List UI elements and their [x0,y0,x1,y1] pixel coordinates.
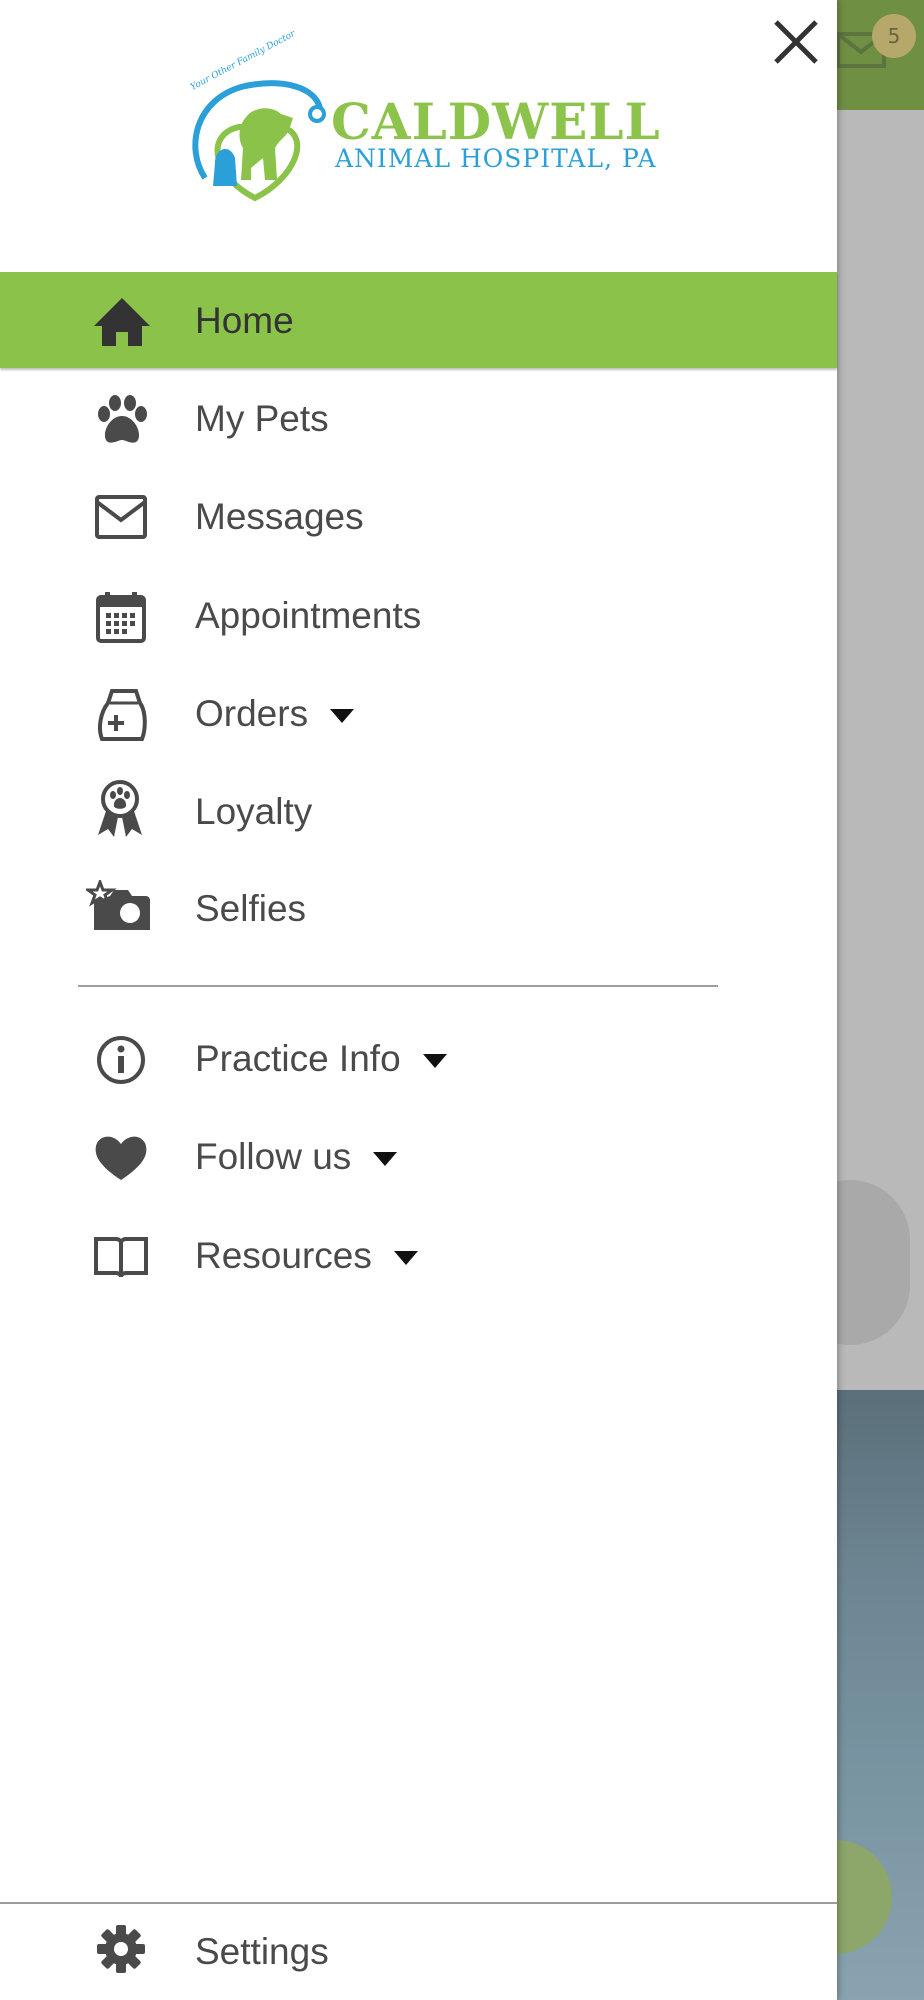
home-icon [94,298,150,346]
chevron-down-icon [393,1251,418,1266]
menu-item-loyalty[interactable]: Loyalty [0,763,837,859]
calendar-icon [96,592,146,643]
menu-item-resources[interactable]: Resources [0,1207,837,1303]
practice-logo: Your Other Family Doctor CALDWELL ANIMAL… [185,29,660,208]
menu-label-loyalty: Loyalty [195,791,313,832]
logo-subtitle: ANIMAL HOSPITAL, PA [335,144,657,173]
menu-item-my-pets[interactable]: My Pets [0,370,837,466]
heart-icon [95,1136,147,1180]
menu-divider [78,985,718,987]
award-ribbon-icon [98,780,142,837]
navigation-drawer: Your Other Family Doctor CALDWELL ANIMAL… [0,0,837,2000]
menu-item-appointments[interactable]: Appointments [0,567,837,663]
chevron-down-icon [422,1054,447,1069]
menu-item-orders[interactable]: Orders [0,665,837,761]
menu-item-home[interactable]: Home [0,272,837,368]
dog-cat-heart-logo-icon [192,80,326,202]
menu-label-selfies: Selfies [195,888,307,929]
paw-icon [98,395,147,443]
background-notification-badge: 5 [872,14,916,58]
info-icon [97,1036,145,1084]
menu-label-resources: Resources [195,1235,418,1277]
menu-label-home: Home [195,300,294,341]
medicine-bag-icon [98,689,147,741]
menu-label-appointments: Appointments [195,595,422,636]
menu-item-settings[interactable]: Settings [0,1903,837,1999]
menu-label-follow-us: Follow us [195,1136,398,1178]
menu-label-orders: Orders [195,693,355,735]
book-icon [94,1237,148,1278]
logo-title: CALDWELL [331,92,661,151]
menu-label-settings: Settings [195,1931,329,1972]
menu-item-follow-us[interactable]: Follow us [0,1108,837,1204]
menu-label-messages: Messages [195,496,364,537]
camera-icon [86,880,150,930]
close-icon[interactable] [770,16,822,68]
mail-icon [95,495,147,539]
menu-item-practice-info[interactable]: Practice Info [0,1010,837,1106]
menu-label-my-pets: My Pets [195,398,329,439]
chevron-down-icon [373,1152,398,1167]
menu-item-messages[interactable]: Messages [0,468,837,564]
gear-icon [97,1925,145,1973]
menu-label-practice-info: Practice Info [195,1038,447,1080]
menu-item-selfies[interactable]: Selfies [0,860,837,956]
chevron-down-icon [330,709,355,724]
